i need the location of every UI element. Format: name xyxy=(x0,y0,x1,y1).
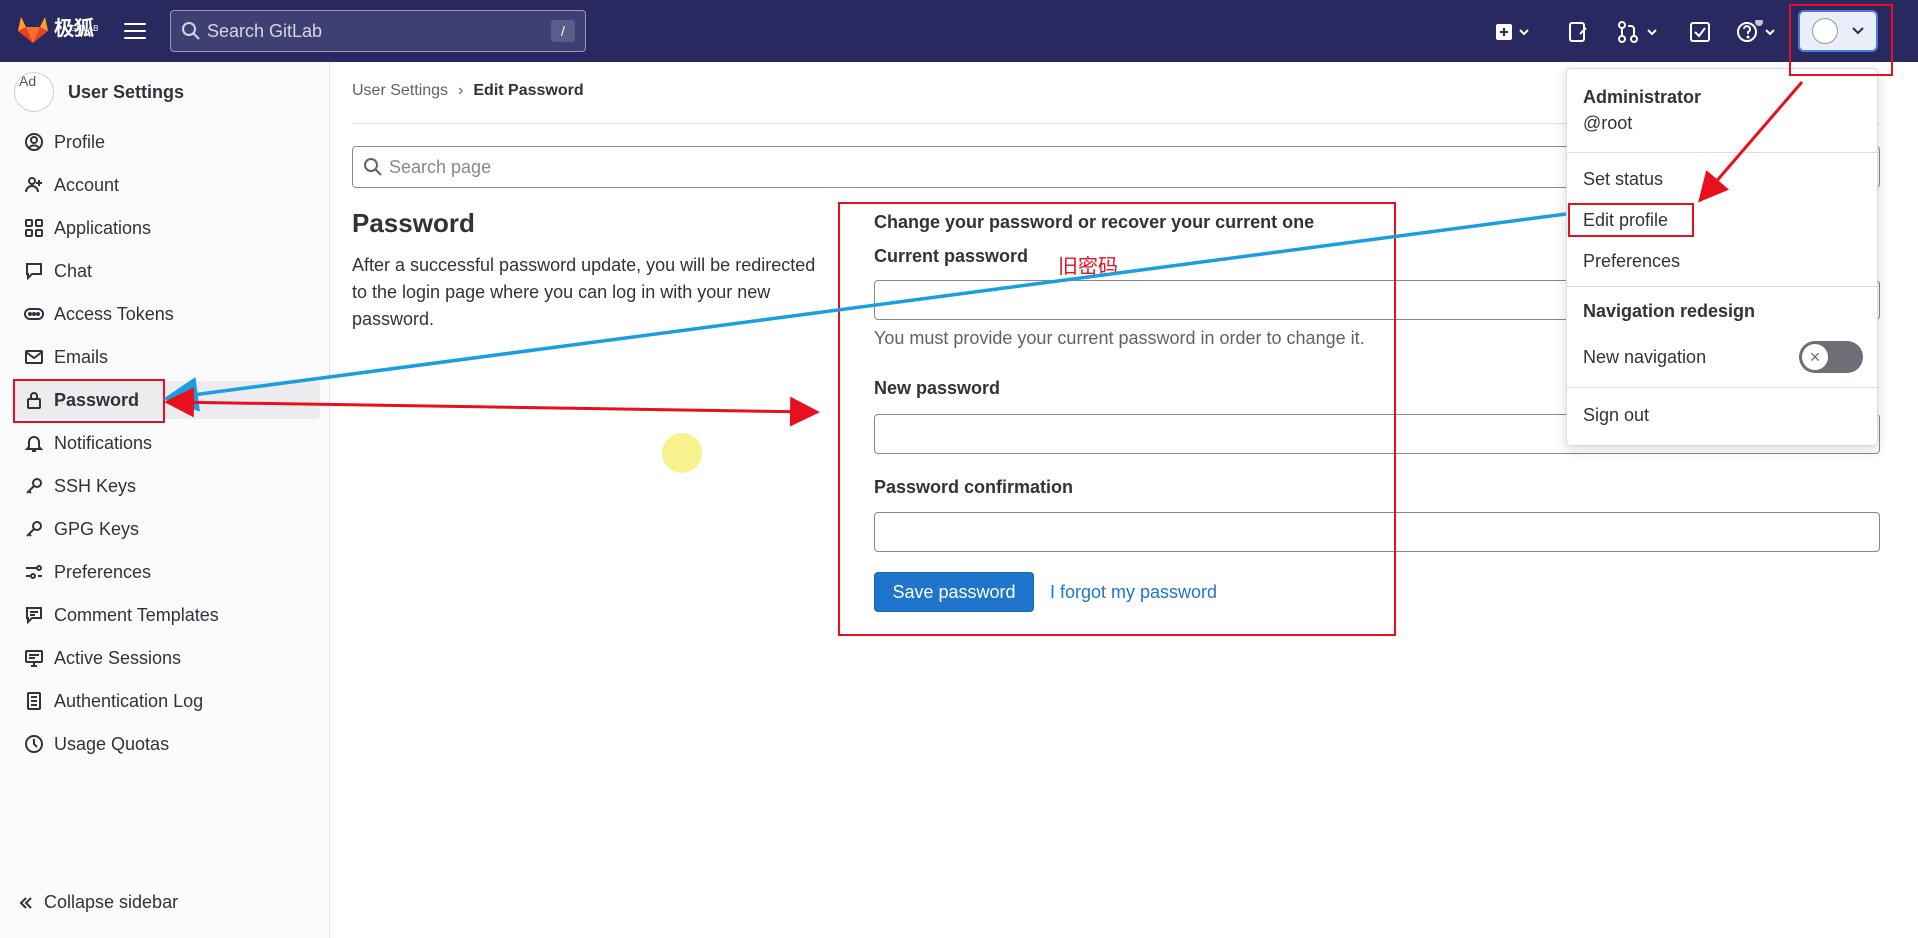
new-navigation-toggle[interactable]: × xyxy=(1799,341,1863,373)
sidebar-item-label: Chat xyxy=(54,260,93,281)
todos-button[interactable] xyxy=(1688,20,1712,44)
set-status-item[interactable]: Set status xyxy=(1583,169,1663,190)
search-icon xyxy=(182,22,200,40)
help-icon xyxy=(1737,20,1775,42)
sidebar-item-applications[interactable]: Applications xyxy=(12,209,320,247)
menu-divider xyxy=(1567,152,1879,153)
collapse-sidebar-label: Collapse sidebar xyxy=(44,892,179,912)
double-chevron-left-icon xyxy=(19,896,32,909)
quota-icon xyxy=(25,735,43,753)
sidebar-item-ssh-keys[interactable]: SSH Keys xyxy=(12,467,320,505)
sidebar-item-label: Access Tokens xyxy=(54,303,174,324)
search-placeholder: Search GitLab xyxy=(207,20,323,41)
menu-divider xyxy=(1567,286,1879,287)
sign-out-item[interactable]: Sign out xyxy=(1583,405,1649,426)
sidebar-item-preferences[interactable]: Preferences xyxy=(12,553,320,591)
fox-logo-icon xyxy=(18,17,48,43)
annotation-box-edit-profile xyxy=(1568,203,1694,237)
page-search-placeholder: Search page xyxy=(389,156,492,177)
search-shortcut-badge: / xyxy=(551,20,575,42)
new-navigation-label: New navigation xyxy=(1583,347,1707,367)
preferences-item[interactable]: Preferences xyxy=(1583,251,1680,272)
cursor-highlight xyxy=(662,433,702,473)
sidebar-item-profile[interactable]: Profile xyxy=(12,123,320,161)
sidebar-item-label: SSH Keys xyxy=(54,475,137,496)
token-icon xyxy=(24,308,44,320)
user-handle: @root xyxy=(1583,113,1633,133)
issues-button[interactable] xyxy=(1566,20,1590,44)
sidebar-item-gpg-keys[interactable]: GPG Keys xyxy=(12,510,320,548)
comment-icon xyxy=(26,607,42,625)
logo-subtext: GITLAB xyxy=(70,24,99,33)
user-name: Administrator xyxy=(1583,87,1702,107)
search-icon xyxy=(364,158,382,176)
sidebar-item-label: Active Sessions xyxy=(54,647,182,668)
sidebar-item-label: Account xyxy=(54,174,120,195)
chat-icon xyxy=(26,263,42,281)
key-icon xyxy=(26,521,42,537)
sidebar-item-access-tokens[interactable]: Access Tokens xyxy=(12,295,320,333)
breadcrumb-parent[interactable]: User Settings xyxy=(352,82,448,100)
sidebar-item-emails[interactable]: Emails xyxy=(12,338,320,376)
todo-icon xyxy=(1690,22,1710,42)
merge-requests-button[interactable] xyxy=(1616,20,1660,44)
merge-request-icon xyxy=(1618,21,1657,43)
search-input[interactable]: Search GitLab / xyxy=(170,10,586,52)
sidebar-item-chat[interactable]: Chat xyxy=(12,252,320,290)
sidebar-item-usage-quotas[interactable]: Usage Quotas xyxy=(12,725,320,763)
sidebar-item-notifications[interactable]: Notifications xyxy=(12,424,320,462)
breadcrumb-separator: › xyxy=(458,82,464,99)
sidebar-item-label: Profile xyxy=(54,131,106,152)
section-description: After a successful password update, you … xyxy=(352,255,816,329)
preferences-icon xyxy=(26,565,42,579)
menu-icon[interactable] xyxy=(124,20,146,40)
sidebar-item-label: Usage Quotas xyxy=(54,733,170,754)
applications-icon xyxy=(25,219,43,237)
close-icon: × xyxy=(1802,344,1828,370)
sidebar-item-label: Preferences xyxy=(54,561,152,582)
menu-divider xyxy=(1567,387,1879,388)
plus-square-icon xyxy=(1496,24,1529,40)
sidebar-item-label: GPG Keys xyxy=(54,518,140,539)
create-new-button[interactable] xyxy=(1494,20,1534,44)
sidebar-item-active-sessions[interactable]: Active Sessions xyxy=(12,639,320,677)
account-icon xyxy=(25,177,42,193)
collapse-sidebar-button[interactable]: Collapse sidebar xyxy=(18,892,178,913)
breadcrumb-current[interactable]: Edit Password xyxy=(473,82,583,100)
sidebar-avatar: Ad xyxy=(14,72,54,112)
sidebar-title: User Settings xyxy=(68,81,185,102)
top-bar: 极狐 GITLAB Search GitLab / xyxy=(0,0,1918,62)
section-title: Password xyxy=(352,208,475,238)
log-icon xyxy=(27,692,41,710)
settings-sidebar: Ad User Settings Profile Account Applica… xyxy=(0,62,330,938)
sidebar-item-account[interactable]: Account xyxy=(12,166,320,204)
annotation-box-form xyxy=(838,202,1396,636)
annotation-box-password xyxy=(13,379,165,423)
sidebar-header[interactable]: Ad User Settings xyxy=(14,72,184,112)
breadcrumb: User Settings › Edit Password xyxy=(352,82,584,100)
user-menu-dropdown: Administrator @root Set status Edit prof… xyxy=(1566,68,1879,446)
sidebar-item-label: Applications xyxy=(54,217,152,238)
key-icon xyxy=(26,478,42,494)
annotation-box-avatar xyxy=(1789,4,1893,76)
sidebar-item-label: Authentication Log xyxy=(54,690,204,711)
sidebar-item-label: Emails xyxy=(54,346,109,367)
help-button[interactable] xyxy=(1736,20,1780,44)
navigation-redesign-heading: Navigation redesign xyxy=(1583,301,1756,321)
sidebar-item-label: Notifications xyxy=(54,432,153,453)
profile-icon xyxy=(25,133,43,151)
issues-icon xyxy=(1569,22,1587,42)
sidebar-item-comment-templates[interactable]: Comment Templates xyxy=(12,596,320,634)
email-icon xyxy=(25,350,43,364)
sidebar-item-label: Comment Templates xyxy=(54,604,219,625)
bell-icon xyxy=(24,436,44,452)
monitor-icon xyxy=(25,650,43,667)
sidebar-item-authentication-log[interactable]: Authentication Log xyxy=(12,682,320,720)
